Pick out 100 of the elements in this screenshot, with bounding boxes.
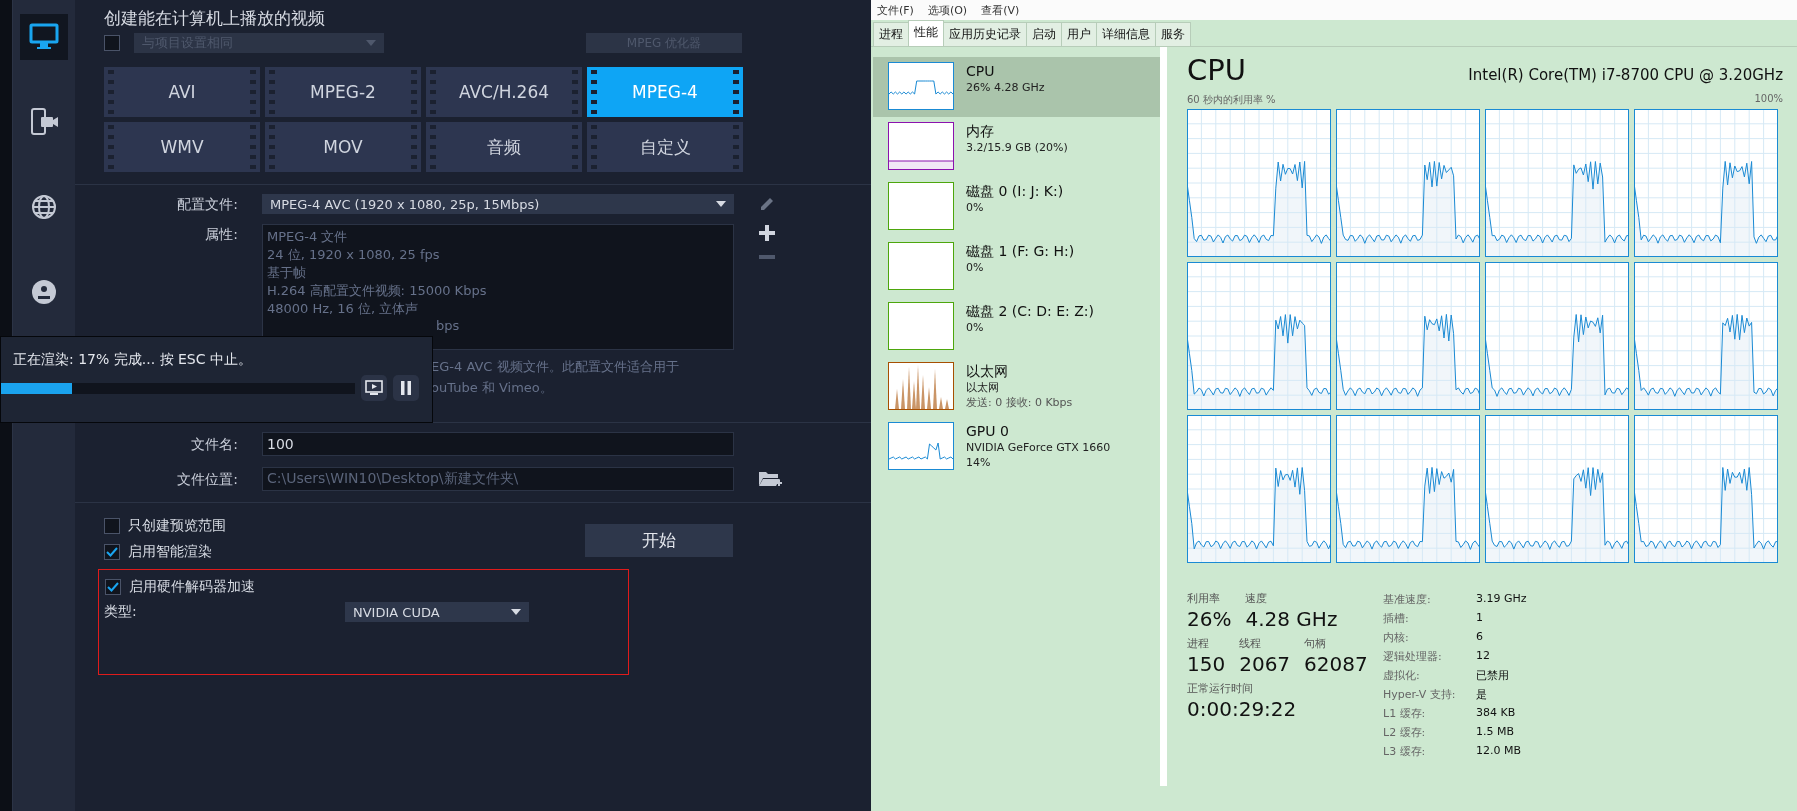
spec-value: 1 xyxy=(1476,611,1484,626)
spec-label: 逻辑处理器: xyxy=(1383,649,1443,664)
graph-caption: 60 秒内的利用率 % xyxy=(1187,93,1276,107)
property-line: H.264 高配置文件视频: 15000 Kbps xyxy=(267,282,488,300)
resource-detail: 0% xyxy=(966,200,985,215)
stat-value: 26% xyxy=(1187,606,1232,632)
profile-dropdown[interactable]: MPEG-4 AVC (1920 x 1080, 25p, 15Mbps) xyxy=(262,194,734,214)
disc-icon xyxy=(29,277,59,307)
monitor-play-icon xyxy=(365,380,383,396)
format-button[interactable]: 自定义 xyxy=(587,122,743,172)
check-icon xyxy=(107,582,119,592)
monitor-icon xyxy=(29,22,59,52)
detail-title: CPU xyxy=(1187,53,1246,87)
stat-value: 62087 xyxy=(1304,651,1368,677)
resource-name: CPU xyxy=(966,62,996,80)
spec-label: L2 缓存: xyxy=(1383,725,1427,740)
resource-item[interactable]: GPU 0 NVIDIA GeForce GTX 1660 14% xyxy=(873,417,1160,477)
caret-icon xyxy=(511,609,521,615)
preview-button[interactable] xyxy=(361,375,387,401)
checkbox[interactable] xyxy=(105,579,121,595)
property-line: 48000 Hz, 16 位, 立体声 xyxy=(267,300,420,318)
stat-value: 4.28 GHz xyxy=(1245,606,1338,632)
spec-value: 12 xyxy=(1476,649,1491,664)
field-label: 文件位置: xyxy=(176,470,238,489)
render-status-text: 正在渲染: 17% 完成... 按 ESC 中止。 xyxy=(13,351,253,369)
tab[interactable]: 服务 xyxy=(1155,22,1191,46)
resource-detail: 0% xyxy=(966,320,985,335)
resource-detail: 0% xyxy=(966,260,985,275)
type-dropdown[interactable]: NVIDIA CUDA xyxy=(345,602,529,622)
folder-plus-icon[interactable] xyxy=(758,469,782,489)
format-button[interactable]: WMV xyxy=(104,122,260,172)
spec-value: 3.19 GHz xyxy=(1476,592,1527,607)
check-icon xyxy=(106,547,118,557)
format-button[interactable]: MPEG-2 xyxy=(265,67,421,117)
tab[interactable]: 进程 xyxy=(873,22,909,46)
resource-name: 内存 xyxy=(966,122,995,140)
tab[interactable]: 性能 xyxy=(908,20,944,46)
format-button[interactable]: AVC/H.264 xyxy=(426,67,582,117)
menu-item[interactable]: 查看(V) xyxy=(981,2,1020,18)
spec-value: 384 KB xyxy=(1476,706,1517,721)
stat-value: 2067 xyxy=(1239,651,1291,677)
globe-icon xyxy=(29,192,59,222)
field-label: 属性: xyxy=(204,225,238,244)
resource-detail: 14% xyxy=(966,455,992,470)
processor-name: Intel(R) Core(TM) i7-8700 CPU @ 3.20GHz xyxy=(1468,66,1783,84)
resource-item[interactable]: 以太网 以太网 发送: 0 接收: 0 Kbps xyxy=(873,357,1160,417)
resource-detail: 26% 4.28 GHz xyxy=(966,80,1045,95)
checkbox[interactable] xyxy=(104,518,120,534)
spec-label: 虚拟化: xyxy=(1383,668,1421,683)
phone-camera-icon xyxy=(29,107,59,137)
spec-value: 1.5 MB xyxy=(1476,725,1516,740)
property-line: bps xyxy=(435,317,461,335)
resource-item[interactable]: 磁盘 2 (C: D: E: Z:) 0% xyxy=(873,297,1160,357)
spec-label: 内核: xyxy=(1383,630,1410,645)
spec-value: 12.0 MB xyxy=(1476,744,1523,759)
option-label: 只创建预览范围 xyxy=(128,517,226,535)
field-label: 文件名: xyxy=(190,435,238,454)
stat-label: 正常运行时间 xyxy=(1187,681,1254,696)
spec-value: 是 xyxy=(1476,687,1488,702)
stat-value: 150 xyxy=(1187,651,1226,677)
spec-label: L1 缓存: xyxy=(1383,706,1427,721)
sidebar-tab[interactable] xyxy=(20,14,68,60)
property-line: 基于帧 xyxy=(267,264,307,282)
plus-icon[interactable] xyxy=(758,224,776,242)
stat-label: 句柄 xyxy=(1304,636,1328,651)
graph-max-label: 100% xyxy=(1754,93,1783,106)
format-button[interactable]: MOV xyxy=(265,122,421,172)
resource-name: 磁盘 1 (F: G: H:) xyxy=(966,242,1075,260)
resource-name: 磁盘 2 (C: D: E: Z:) xyxy=(966,302,1094,320)
spec-label: Hyper-V 支持: xyxy=(1383,687,1457,702)
menu-item[interactable]: 文件(F) xyxy=(877,2,914,18)
stat-label: 速度 xyxy=(1245,591,1269,606)
tab[interactable]: 详细信息 xyxy=(1096,22,1156,46)
section-heading: 创建能在计算机上播放的视频 xyxy=(104,7,326,30)
checkbox[interactable] xyxy=(104,544,120,560)
resource-item[interactable]: 内存 3.2/15.9 GB (20%) xyxy=(873,117,1160,177)
spec-label: 基准速度: xyxy=(1383,592,1432,607)
resource-detail: 发送: 0 接收: 0 Kbps xyxy=(966,395,1073,410)
scrollbar[interactable] xyxy=(1160,47,1167,786)
tab[interactable]: 启动 xyxy=(1026,22,1062,46)
caret-icon xyxy=(716,201,726,207)
format-button[interactable]: 音频 xyxy=(426,122,582,172)
resource-item[interactable]: CPU 26% 4.28 GHz xyxy=(873,57,1160,117)
resource-item[interactable]: 磁盘 0 (I: J: K:) 0% xyxy=(873,177,1160,237)
start-button[interactable]: 开始 xyxy=(585,524,733,557)
resource-detail: 3.2/15.9 GB (20%) xyxy=(966,140,1068,155)
spec-label: L3 缓存: xyxy=(1383,744,1427,759)
menu-item[interactable]: 选项(O) xyxy=(927,2,968,18)
property-line: MPEG-4 文件 xyxy=(267,228,349,246)
resource-item[interactable]: 磁盘 1 (F: G: H:) 0% xyxy=(873,237,1160,297)
option-label: 启用硬件解码器加速 xyxy=(129,578,255,596)
tab[interactable]: 应用历史记录 xyxy=(943,22,1027,46)
tab[interactable]: 用户 xyxy=(1061,22,1097,46)
file-name-field[interactable]: 100 xyxy=(262,432,734,456)
stat-label: 进程 xyxy=(1187,636,1210,651)
pause-button[interactable] xyxy=(393,375,419,401)
spec-value: 已禁用 xyxy=(1476,668,1510,683)
format-button[interactable]: AVI xyxy=(104,67,260,117)
resource-detail: NVIDIA GeForce GTX 1660 xyxy=(966,440,1111,455)
resource-name: 以太网 xyxy=(966,362,1009,380)
